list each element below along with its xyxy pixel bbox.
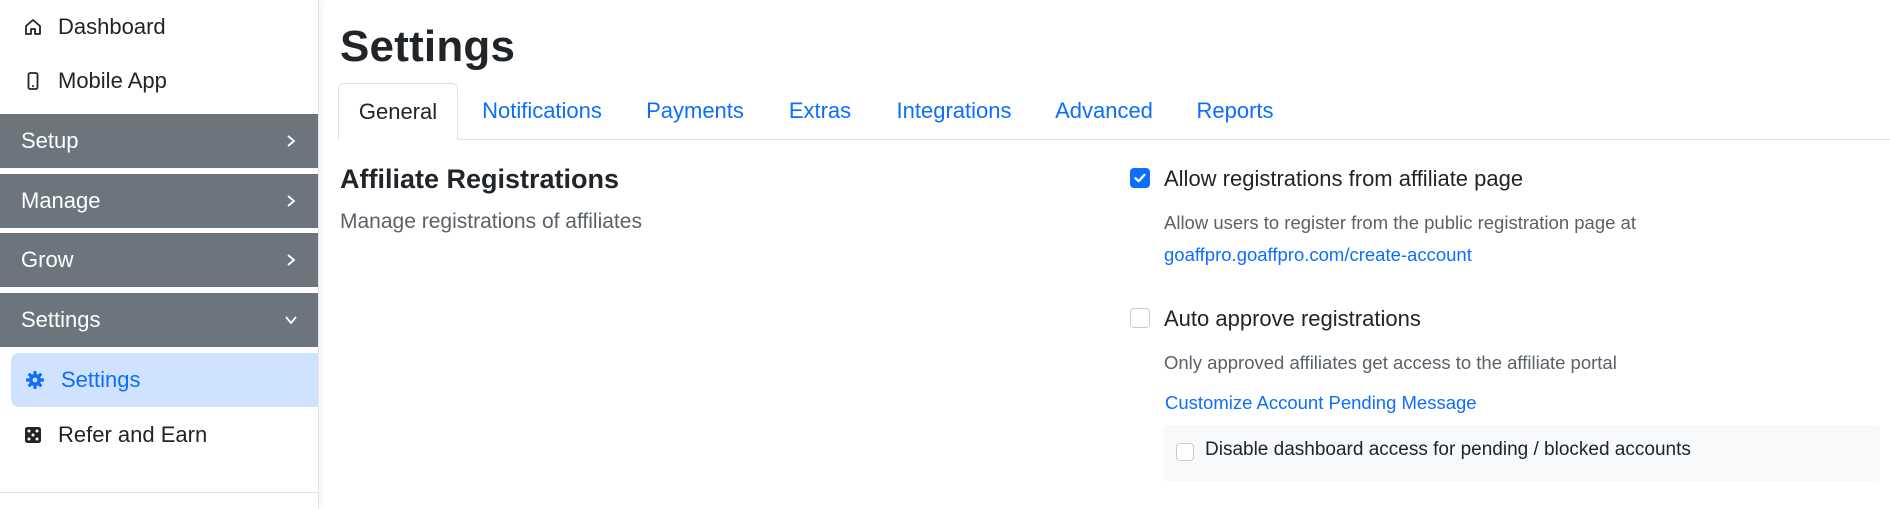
check-icon (1134, 173, 1146, 183)
home-icon (22, 16, 44, 38)
dice-icon (22, 424, 44, 446)
allow-registrations-label[interactable]: Allow registrations from affiliate page (1164, 166, 1523, 192)
tab-payments[interactable]: Payments (624, 83, 766, 139)
sidebar-item-label: Dashboard (58, 14, 166, 39)
sidebar-divider (0, 492, 318, 493)
main-content: Settings General Notifications Payments … (318, 0, 1890, 509)
sidebar-group-label: Manage (21, 188, 101, 213)
auto-approve-checkbox[interactable] (1130, 308, 1150, 328)
sidebar-item-label: Refer and Earn (58, 422, 208, 447)
sidebar-item-label: Mobile App (58, 68, 167, 93)
tab-integrations[interactable]: Integrations (874, 83, 1034, 139)
sidebar-group-settings[interactable]: Settings (0, 293, 318, 347)
sidebar-group-label: Grow (21, 247, 74, 272)
chevron-down-icon (282, 311, 300, 329)
sidebar-group-setup[interactable]: Setup (0, 114, 318, 168)
chevron-right-icon (282, 251, 300, 269)
sidebar-group-label: Settings (21, 307, 101, 332)
allow-registrations-checkbox[interactable] (1130, 168, 1150, 188)
chevron-right-icon (282, 192, 300, 210)
section-subtitle: Manage registrations of affiliates (340, 210, 642, 233)
sidebar-group-manage[interactable]: Manage (0, 174, 318, 228)
sidebar-item-refer-and-earn[interactable]: Refer and Earn (0, 408, 318, 462)
disable-dashboard-label[interactable]: Disable dashboard access for pending / b… (1205, 439, 1691, 461)
tab-reports[interactable]: Reports (1174, 83, 1296, 139)
settings-tabs: General Notifications Payments Extras In… (338, 83, 1890, 140)
customize-pending-message-link[interactable]: Customize Account Pending Message (1165, 392, 1477, 414)
allow-registrations-help: Allow users to register from the public … (1164, 212, 1636, 233)
section-title: Affiliate Registrations (340, 164, 620, 194)
sidebar-item-settings[interactable]: Settings (11, 353, 318, 407)
sidebar-item-label: Settings (61, 367, 141, 392)
tab-advanced[interactable]: Advanced (1034, 83, 1174, 139)
page-title: Settings (340, 22, 516, 71)
gear-icon (25, 370, 45, 390)
sidebar-group-grow[interactable]: Grow (0, 233, 318, 287)
registration-page-link[interactable]: goaffpro.goaffpro.com/create-account (1164, 244, 1472, 266)
mobile-icon (22, 70, 44, 92)
tab-extras[interactable]: Extras (766, 83, 874, 139)
disable-dashboard-checkbox[interactable] (1176, 443, 1194, 461)
chevron-right-icon (282, 132, 300, 150)
sidebar: Dashboard Mobile App Setup Manage Grow S… (0, 0, 319, 509)
auto-approve-help: Only approved affiliates get access to t… (1164, 352, 1617, 373)
tab-general[interactable]: General (338, 83, 458, 140)
tab-notifications[interactable]: Notifications (460, 83, 624, 139)
sidebar-item-mobile-app[interactable]: Mobile App (0, 54, 318, 108)
sidebar-item-dashboard[interactable]: Dashboard (0, 0, 318, 54)
sidebar-group-label: Setup (21, 128, 79, 153)
pending-accounts-panel: Disable dashboard access for pending / b… (1164, 425, 1880, 481)
auto-approve-label[interactable]: Auto approve registrations (1164, 306, 1421, 332)
